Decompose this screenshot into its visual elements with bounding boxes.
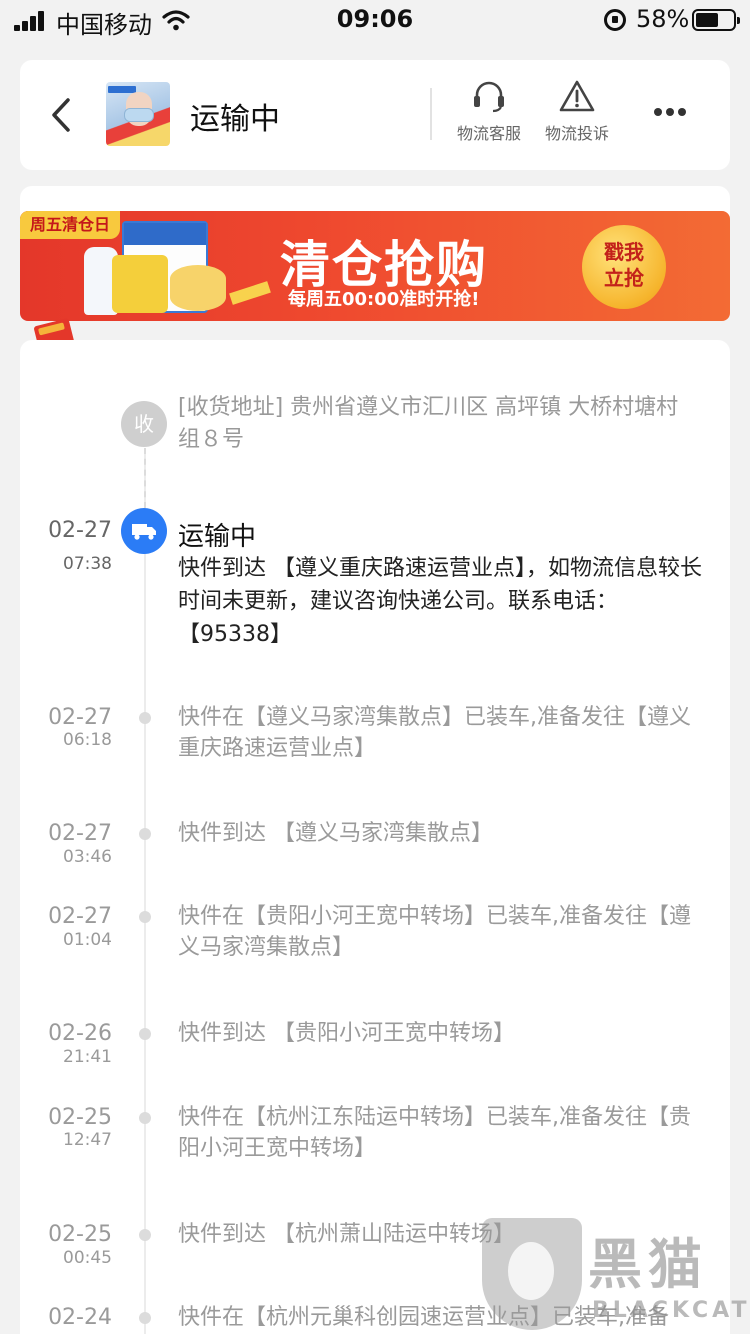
grab-now-line1: 戳我 [604, 240, 644, 264]
timeline-line [144, 450, 146, 1334]
back-button[interactable] [42, 90, 82, 140]
divider [430, 88, 432, 140]
logistics-complaint-button[interactable]: 物流投诉 [532, 78, 622, 144]
event-date: 02-24 [48, 1305, 112, 1330]
timeline-dot [139, 828, 151, 840]
headset-icon [474, 81, 504, 113]
logistics-timeline: 收 [收货地址] 贵州省遵义市汇川区 高坪镇 大桥村塘村组８号 02-27 07… [20, 340, 730, 1334]
promo-banner[interactable]: 周五清仓日 清仓抢购 每周五00:00准时开抢! 戳我 立抢 [20, 211, 730, 321]
event-time: 00:45 [63, 1248, 112, 1268]
event-time: 12:47 [63, 1130, 112, 1150]
event-text: 快件到达 【贵阳小河王宽中转场】 [178, 1021, 515, 1046]
cat-shield-icon [482, 1218, 582, 1330]
event-time: 21:41 [63, 1047, 112, 1067]
page-title: 运输中 [190, 102, 280, 137]
battery-icon [692, 9, 740, 31]
complaint-label: 物流投诉 [544, 124, 609, 143]
current-date: 02-27 [48, 518, 112, 543]
event-time: 01:04 [63, 930, 112, 950]
event-time: 06:18 [63, 730, 112, 750]
event-date: 02-25 [48, 1105, 112, 1130]
warning-icon [559, 80, 595, 112]
timeline-dot [139, 1112, 151, 1124]
header-bar: 运输中 物流客服 物流投诉 [20, 60, 730, 170]
more-options-button[interactable] [650, 102, 690, 122]
watermark-logo: 黑猫 BLACKCAT [476, 1214, 750, 1334]
grab-now-line2: 立抢 [604, 266, 644, 290]
watermark-en: BLACKCAT [592, 1298, 750, 1323]
event-text: 快件在【杭州江东陆运中转场】已装车,准备发往【贵阳小河王宽中转场】 [178, 1105, 691, 1161]
receive-address: [收货地址] 贵州省遵义市汇川区 高坪镇 大桥村塘村组８号 [178, 395, 679, 452]
timeline-dashed-line [144, 448, 146, 508]
grab-now-button[interactable]: 戳我 立抢 [582, 225, 666, 309]
product-can-image [170, 265, 226, 311]
receive-address-icon: 收 [121, 401, 167, 447]
current-detail: 快件到达 【遵义重庆路速运营业点】，如物流信息较长时间未更新，建议咨询快递公司。… [178, 556, 702, 647]
event-text: 快件在【贵阳小河王宽中转场】已装车,准备发往【遵义马家湾集散点】 [178, 904, 691, 960]
event-text: 快件到达 【遵义马家湾集散点】 [178, 821, 493, 846]
timeline-dot [139, 1312, 151, 1324]
truck-icon [121, 508, 167, 554]
product-chips-image [112, 255, 168, 313]
event-date: 02-27 [48, 705, 112, 730]
event-text: 快件在【遵义马家湾集散点】已装车,准备发往【遵义重庆路速运营业点】 [178, 705, 691, 761]
rotation-lock-icon [604, 9, 626, 31]
timeline-dot [139, 1229, 151, 1241]
watermark-cn: 黑猫 [588, 1233, 708, 1296]
ribbon-decoration [229, 281, 271, 305]
event-time: 03:46 [63, 847, 112, 867]
event-date: 02-25 [48, 1222, 112, 1247]
status-bar: 中国移动 09:06 58% [0, 0, 750, 40]
battery-percent: 58% [636, 5, 690, 33]
current-status: 运输中 [178, 522, 257, 552]
event-date: 02-26 [48, 1021, 112, 1046]
banner-subtitle: 每周五00:00准时开抢! [288, 289, 480, 310]
timeline-dot [139, 911, 151, 923]
event-date: 02-27 [48, 904, 112, 929]
timeline-dot [139, 712, 151, 724]
product-thumbnail[interactable] [106, 82, 170, 146]
banner-badge: 周五清仓日 [20, 211, 121, 239]
logistics-service-button[interactable]: 物流客服 [444, 78, 534, 144]
service-label: 物流客服 [456, 124, 521, 143]
timeline-dot [139, 1028, 151, 1040]
event-date: 02-27 [48, 821, 112, 846]
current-time: 07:38 [63, 554, 112, 574]
